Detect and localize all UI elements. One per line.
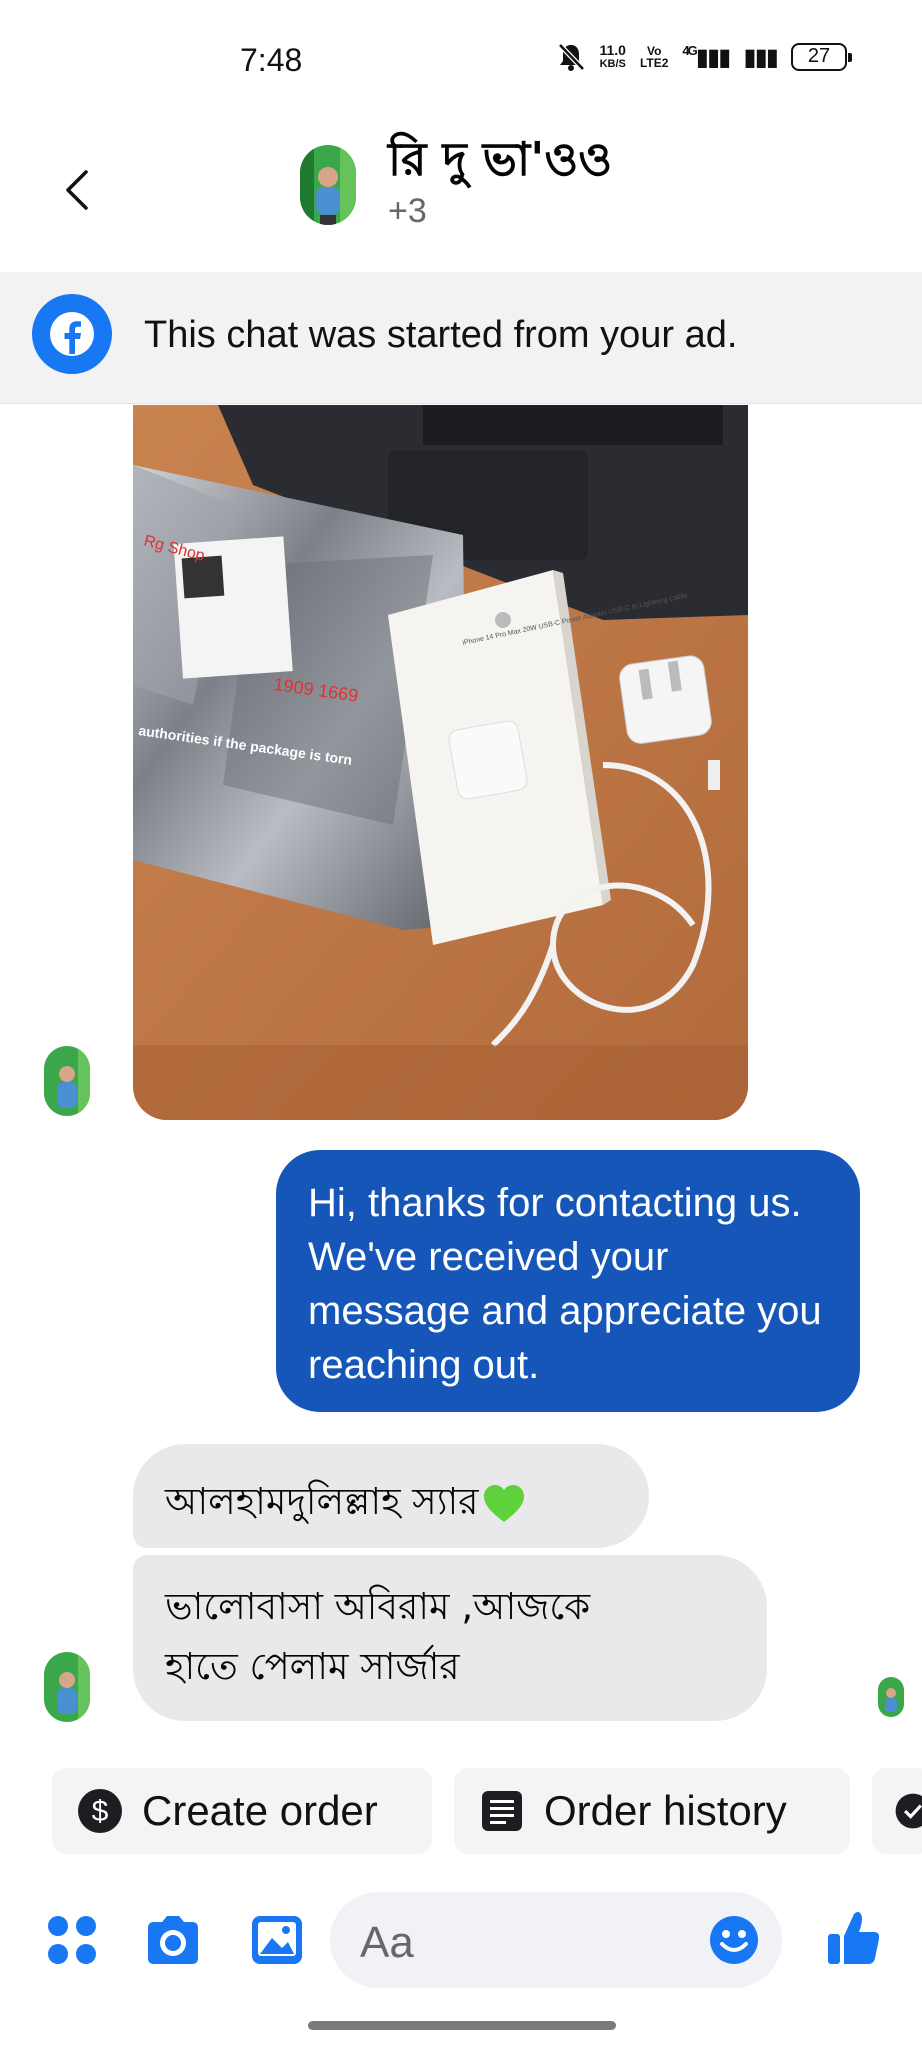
- ad-banner-text: This chat was started from your ad.: [144, 314, 738, 356]
- signal-icon: ▮▮▮: [743, 43, 779, 71]
- chat-header: রি দু ভা'ওও +3: [0, 120, 922, 270]
- dollar-icon: $: [76, 1787, 124, 1835]
- read-receipt-avatar: [878, 1677, 904, 1717]
- facebook-icon: [32, 294, 112, 374]
- incoming-message[interactable]: আলহামদুলিল্লাহ স্যার: [133, 1444, 649, 1548]
- status-time: 7:48: [240, 42, 303, 78]
- order-history-button[interactable]: Order history: [454, 1768, 850, 1854]
- ad-origin-banner: This chat was started from your ad.: [0, 272, 922, 404]
- emoji-icon[interactable]: [708, 1914, 760, 1966]
- incoming-message-text: আলহামদুলিল্লাহ স্যার: [165, 1480, 479, 1523]
- home-indicator[interactable]: [308, 2021, 616, 2030]
- participant-count[interactable]: +3: [388, 192, 427, 231]
- battery-icon: 27: [791, 43, 852, 71]
- receipt-icon: [478, 1787, 526, 1835]
- message-input-placeholder: Aa: [360, 1918, 414, 1967]
- sender-avatar[interactable]: [44, 1046, 90, 1116]
- volte-bottom: LTE2: [639, 56, 669, 70]
- order-history-label: Order history: [544, 1787, 787, 1834]
- check-circle-icon: [895, 1793, 922, 1829]
- net-speed-value: 11.0: [599, 42, 626, 58]
- more-actions-button[interactable]: [872, 1768, 922, 1854]
- net-speed-unit: KB/S: [599, 58, 626, 70]
- contact-name[interactable]: রি দু ভা'ওও: [388, 125, 612, 201]
- sender-avatar[interactable]: [44, 1652, 90, 1722]
- message-input[interactable]: Aa: [330, 1892, 782, 1988]
- grid-dots-icon: [48, 1916, 96, 1964]
- incoming-message-line: হাতে পেলাম সার্জার: [165, 1645, 460, 1688]
- more-apps-button[interactable]: [46, 1914, 98, 1971]
- camera-button[interactable]: [144, 1914, 202, 1971]
- message-composer: Aa: [0, 1880, 922, 2010]
- contact-avatar[interactable]: [300, 145, 356, 225]
- mute-bell-icon: [558, 43, 586, 71]
- net-speed: 11.0 KB/S: [599, 43, 625, 71]
- status-icons: 11.0 KB/S Vo LTE2 4G▮▮▮ ▮▮▮ 27: [557, 42, 852, 72]
- svg-text:$: $: [92, 1795, 109, 1828]
- chevron-left-icon: [66, 170, 88, 210]
- signal-4g-icon: 4G▮▮▮: [682, 42, 731, 71]
- like-button[interactable]: [826, 1908, 882, 1973]
- gallery-button[interactable]: [250, 1914, 304, 1971]
- image-icon: [252, 1916, 302, 1964]
- thumbs-up-icon: [828, 1912, 880, 1964]
- create-order-label: Create order: [142, 1787, 378, 1834]
- incoming-message[interactable]: ভালোবাসা অবিরাম ,আজকে হাতে পেলাম সার্জার: [133, 1555, 767, 1721]
- create-order-button[interactable]: $ Create order: [52, 1768, 432, 1854]
- battery-level: 27: [807, 45, 831, 67]
- camera-icon: [148, 1916, 198, 1964]
- back-button[interactable]: [56, 160, 96, 220]
- outgoing-message[interactable]: Hi, thanks for contacting us. We've rece…: [276, 1150, 860, 1412]
- green-heart-icon: [483, 1484, 524, 1522]
- volte-indicator: Vo LTE2: [640, 45, 668, 69]
- network-type: 4G: [682, 42, 697, 58]
- photo-message[interactable]: Rg Shop 1909 1669 authorities if the pac…: [133, 405, 748, 1120]
- status-bar: 7:48 11.0 KB/S Vo LTE2 4G▮▮▮ ▮▮▮ 27: [0, 0, 922, 120]
- incoming-message-line: ভালোবাসা অবিরাম ,আজকে: [165, 1585, 591, 1628]
